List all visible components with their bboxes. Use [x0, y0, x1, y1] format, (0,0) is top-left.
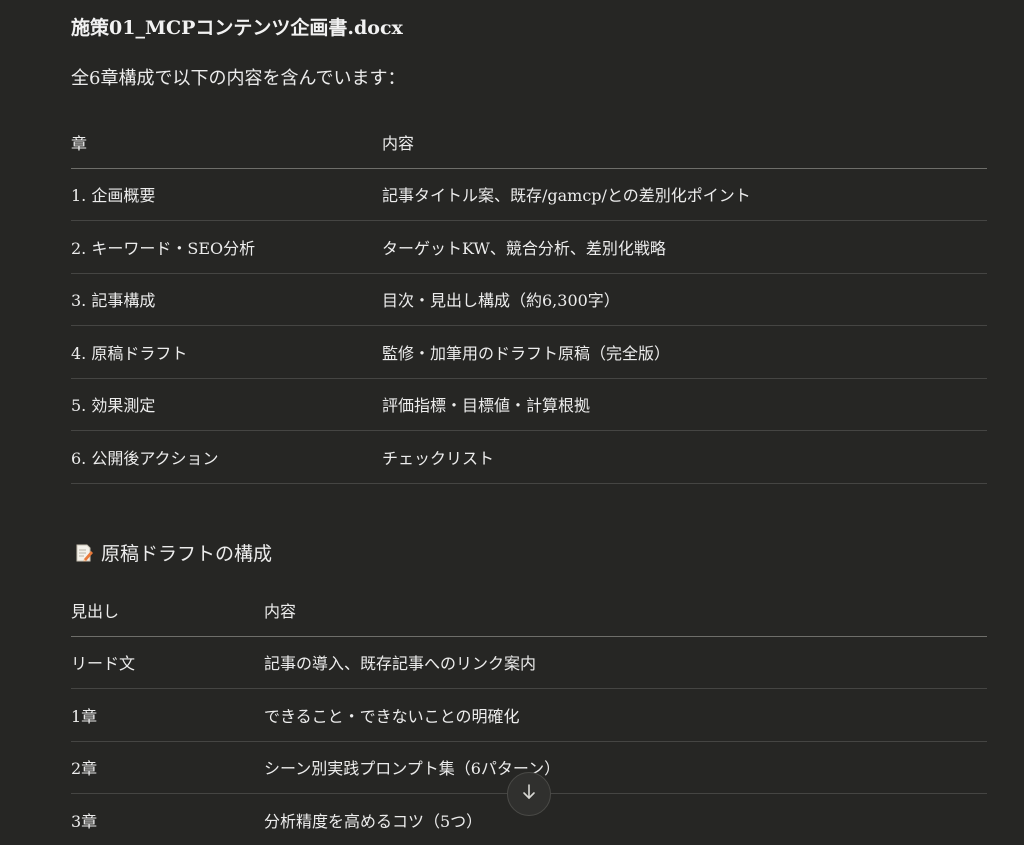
column-header: 見出し: [71, 601, 120, 621]
section-heading: 原稿ドラフトの構成: [75, 539, 272, 566]
memo-icon: [75, 543, 93, 563]
table-row: リード文 記事の導入、既存記事へのリンク案内: [71, 636, 987, 689]
table-cell: できること・できないことの明確化: [264, 706, 520, 726]
table-cell: チェックリスト: [382, 448, 495, 468]
table-header-row: 章 内容: [71, 116, 987, 168]
table-cell: 6. 公開後アクション: [71, 448, 219, 468]
table-cell: 5. 効果測定: [71, 396, 156, 416]
table-cell: 記事の導入、既存記事へのリンク案内: [264, 654, 537, 674]
table-cell: 評価指標・目標値・計算根拠: [382, 396, 591, 416]
column-header: 内容: [264, 601, 297, 621]
intro-text: 全6章構成で以下の内容を含んでいます：: [71, 68, 406, 89]
table-cell: 1. 企画概要: [71, 186, 156, 206]
table-row: 1章 できること・できないことの明確化: [71, 689, 987, 741]
table-cell: 2章: [71, 759, 98, 779]
column-header: 内容: [382, 133, 415, 153]
table-cell: シーン別実践プロンプト集（6パターン）: [264, 759, 561, 779]
table-cell: 分析精度を高めるコツ（5つ）: [264, 812, 483, 831]
table-cell: リード文: [71, 654, 136, 674]
table-row: 6. 公開後アクション チェックリスト: [71, 431, 987, 483]
table-cell: 3章: [71, 812, 98, 831]
table-cell: 2. キーワード・SEO分析: [71, 238, 256, 258]
table-row: 1. 企画概要 記事タイトル案、既存/gamcp/との差別化ポイント: [71, 168, 987, 221]
table-row: 2. キーワード・SEO分析 ターゲットKW、競合分析、差別化戦略: [71, 221, 987, 273]
table-cell: 記事タイトル案、既存/gamcp/との差別化ポイント: [382, 186, 751, 206]
table-cell: 目次・見出し構成（約6,300字）: [382, 291, 620, 311]
table-cell: 4. 原稿ドラフト: [71, 343, 188, 363]
table-row: 4. 原稿ドラフト 監修・加筆用のドラフト原稿（完全版）: [71, 326, 987, 378]
column-header: 章: [71, 133, 88, 153]
arrow-down-icon: [520, 783, 538, 805]
scroll-to-bottom-button[interactable]: [507, 772, 551, 816]
chapter-table: 章 内容 1. 企画概要 記事タイトル案、既存/gamcp/との差別化ポイント …: [71, 116, 987, 484]
table-row: 5. 効果測定 評価指標・目標値・計算根拠: [71, 378, 987, 431]
table-cell: 1章: [71, 706, 98, 726]
table-header-row: 見出し 内容: [71, 584, 987, 636]
file-title: 施策01_MCPコンテンツ企画書.docx: [71, 17, 403, 39]
table-cell: ターゲットKW、競合分析、差別化戦略: [382, 238, 666, 258]
section-heading-text: 原稿ドラフトの構成: [101, 543, 273, 565]
table-cell: 3. 記事構成: [71, 291, 156, 311]
table-row: 3. 記事構成 目次・見出し構成（約6,300字）: [71, 273, 987, 326]
table-cell: 監修・加筆用のドラフト原稿（完全版）: [382, 343, 671, 363]
